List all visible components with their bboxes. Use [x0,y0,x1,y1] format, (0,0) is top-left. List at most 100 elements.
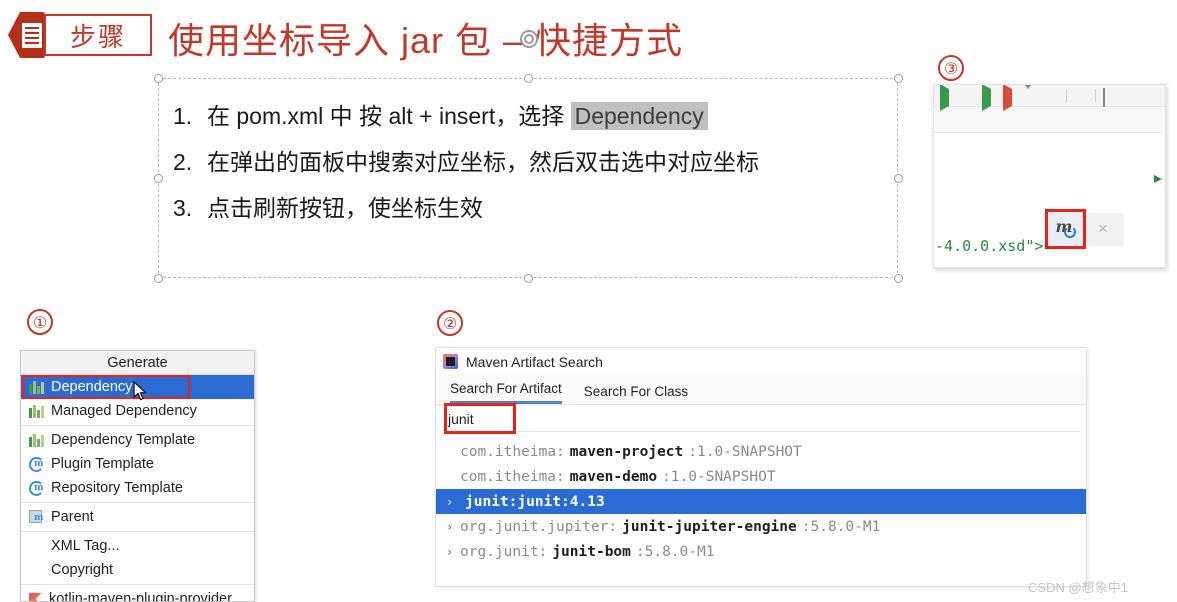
result-artifact: junit-jupiter-engine [622,518,797,535]
step-text-pre: 在 pom.xml 中 按 alt + insert，选择 [207,103,571,129]
resize-handle-bottom-right[interactable] [894,274,903,283]
no-icon [29,540,44,553]
menu-item-copyright[interactable]: Copyright [21,558,254,582]
step-number: 1. [173,103,193,129]
maven-bars-icon [29,380,44,394]
idea-editor-snippet: n-4.0.0.xsd"> m × [933,84,1166,268]
chevron-right-icon[interactable]: › [446,545,455,559]
list-item: 3. 点击刷新按钮，使坐标生效 [159,185,897,231]
tab-search-for-class[interactable]: Search For Class [584,384,688,404]
xsd-code-line: n-4.0.0.xsd"> [933,237,1044,255]
kotlin-icon [29,592,42,601]
resize-handle-top-right[interactable] [894,74,903,83]
search-results-list[interactable]: com.itheima: maven-project:1.0-SNAPSHOT c… [436,435,1086,564]
maven-parent-icon [29,510,44,524]
idea-debug-toolbar [934,85,1165,111]
chevron-right-icon[interactable]: › [446,520,455,534]
intellij-idea-icon [443,354,458,369]
menu-divider [21,531,254,532]
slide-header: 步骤 使用坐标导入 jar 包 – 快捷方式 [0,0,1177,78]
menu-item-xml-tag[interactable]: XML Tag... [21,534,254,558]
step-text: 在 pom.xml 中 按 alt + insert，选择 Dependency [207,93,708,139]
list-item: 1. 在 pom.xml 中 按 alt + insert，选择 Depende… [159,93,897,139]
menu-item-parent[interactable]: Parent [21,505,254,529]
menu-item-label: Plugin Template [51,456,154,472]
dialog-titlebar: Maven Artifact Search [436,348,1086,375]
menu-item-label: Managed Dependency [51,403,197,419]
step-number: 3. [173,195,193,221]
result-artifact: maven-demo [569,468,658,485]
result-artifact: junit:junit:4.13 [465,493,605,510]
menu-item-label: Parent [51,509,94,525]
dialog-tabs: Search For Artifact Search For Class [436,375,1086,405]
step-badge-box: 步骤 [44,14,152,56]
maven-reload-icon[interactable]: m [1045,209,1086,249]
generate-popup-menu[interactable]: Generate Dependency Managed Dependency D… [20,350,255,602]
maven-bars-icon [29,404,44,418]
maven-artifact-search-dialog[interactable]: Maven Artifact Search Search For Artifac… [435,347,1087,587]
settings-icon[interactable] [1103,87,1117,107]
list-item[interactable]: com.itheima: maven-demo:1.0-SNAPSHOT [436,464,1086,489]
step-highlight: Dependency [570,102,708,130]
idea-editor-area[interactable]: n-4.0.0.xsd"> m × [934,133,1165,267]
marker-one: ① [27,309,53,335]
dialog-title: Maven Artifact Search [466,353,603,370]
run-icon[interactable] [940,85,954,111]
toolbar-divider [1095,89,1096,102]
annotation-box-search [444,403,516,434]
search-field-row[interactable]: junit [436,403,1086,435]
menu-item-dependency-template[interactable]: Dependency Template [21,428,254,452]
resize-handle-top-center[interactable] [524,74,533,83]
result-artifact: junit-bom [552,543,631,560]
toolbar-divider [1066,89,1067,102]
menu-divider [21,502,254,503]
menu-item-label: Dependency [51,379,133,395]
result-artifact: maven-project [569,443,684,460]
list-item: 2. 在弹出的面板中搜索对应坐标，然后双击选中对应坐标 [159,139,897,185]
menu-divider [21,425,254,426]
menu-item-label: XML Tag... [51,538,120,554]
layout-icon[interactable] [1074,89,1088,103]
resize-handle-middle-left[interactable] [154,174,163,183]
list-item-selected[interactable]: › junit:junit:4.13 [436,489,1086,514]
result-version: :5.8.0-M1 [801,518,881,535]
step-number: 2. [173,149,193,175]
idea-breadcrumb-strip [934,107,1165,133]
step-over-icon[interactable] [982,85,996,111]
inspection-marker-icon [1154,175,1162,183]
slide-content-textbox[interactable]: 1. 在 pom.xml 中 按 alt + insert，选择 Depende… [154,74,903,283]
menu-item-kotlin-maven-plugin-provider[interactable]: kotlin-maven-plugin-provider [21,587,254,602]
dropdown-caret-icon[interactable] [1024,85,1038,106]
no-icon [29,564,44,577]
step-text: 在弹出的面板中搜索对应坐标，然后双击选中对应坐标 [207,149,759,175]
chevron-right-icon[interactable]: › [446,495,455,509]
step-into-icon[interactable] [1003,85,1017,111]
list-item[interactable]: › org.junit.jupiter: junit-jupiter-engine… [436,514,1086,539]
mute-breakpoints-icon[interactable] [1045,89,1059,103]
tab-search-for-artifact[interactable]: Search For Artifact [450,381,562,404]
menu-item-label: Dependency Template [51,432,196,448]
menu-item-plugin-template[interactable]: Plugin Template [21,452,254,476]
csdn-watermark: CSDN @想象中1 [1028,580,1128,595]
debug-icon[interactable] [961,89,975,103]
generate-menu-title: Generate [21,351,254,375]
maven-bars-icon [29,433,44,447]
resize-handle-bottom-left[interactable] [154,274,163,283]
resize-handle-top-left[interactable] [154,74,163,83]
result-group: org.junit.jupiter: [460,518,618,535]
step-text: 点击刷新按钮，使坐标生效 [207,195,483,221]
marker-two: ② [437,310,463,336]
menu-item-label: Copyright [51,562,114,578]
resize-handle-middle-right[interactable] [894,174,903,183]
resize-handle-bottom-center[interactable] [524,274,533,283]
step-badge: 步骤 [8,10,153,60]
step-badge-label: 步骤 [69,21,126,52]
menu-item-label: kotlin-maven-plugin-provider [49,591,232,602]
list-item[interactable]: › org.junit: junit-bom:5.8.0-M1 [436,539,1086,564]
list-item[interactable]: com.itheima: maven-project:1.0-SNAPSHOT [436,439,1086,464]
mouse-cursor-icon [133,381,148,401]
result-group: com.itheima: [460,468,565,485]
menu-item-repository-template[interactable]: Repository Template [21,476,254,500]
marker-three: ③ [938,55,964,81]
close-icon[interactable]: × [1098,219,1108,239]
